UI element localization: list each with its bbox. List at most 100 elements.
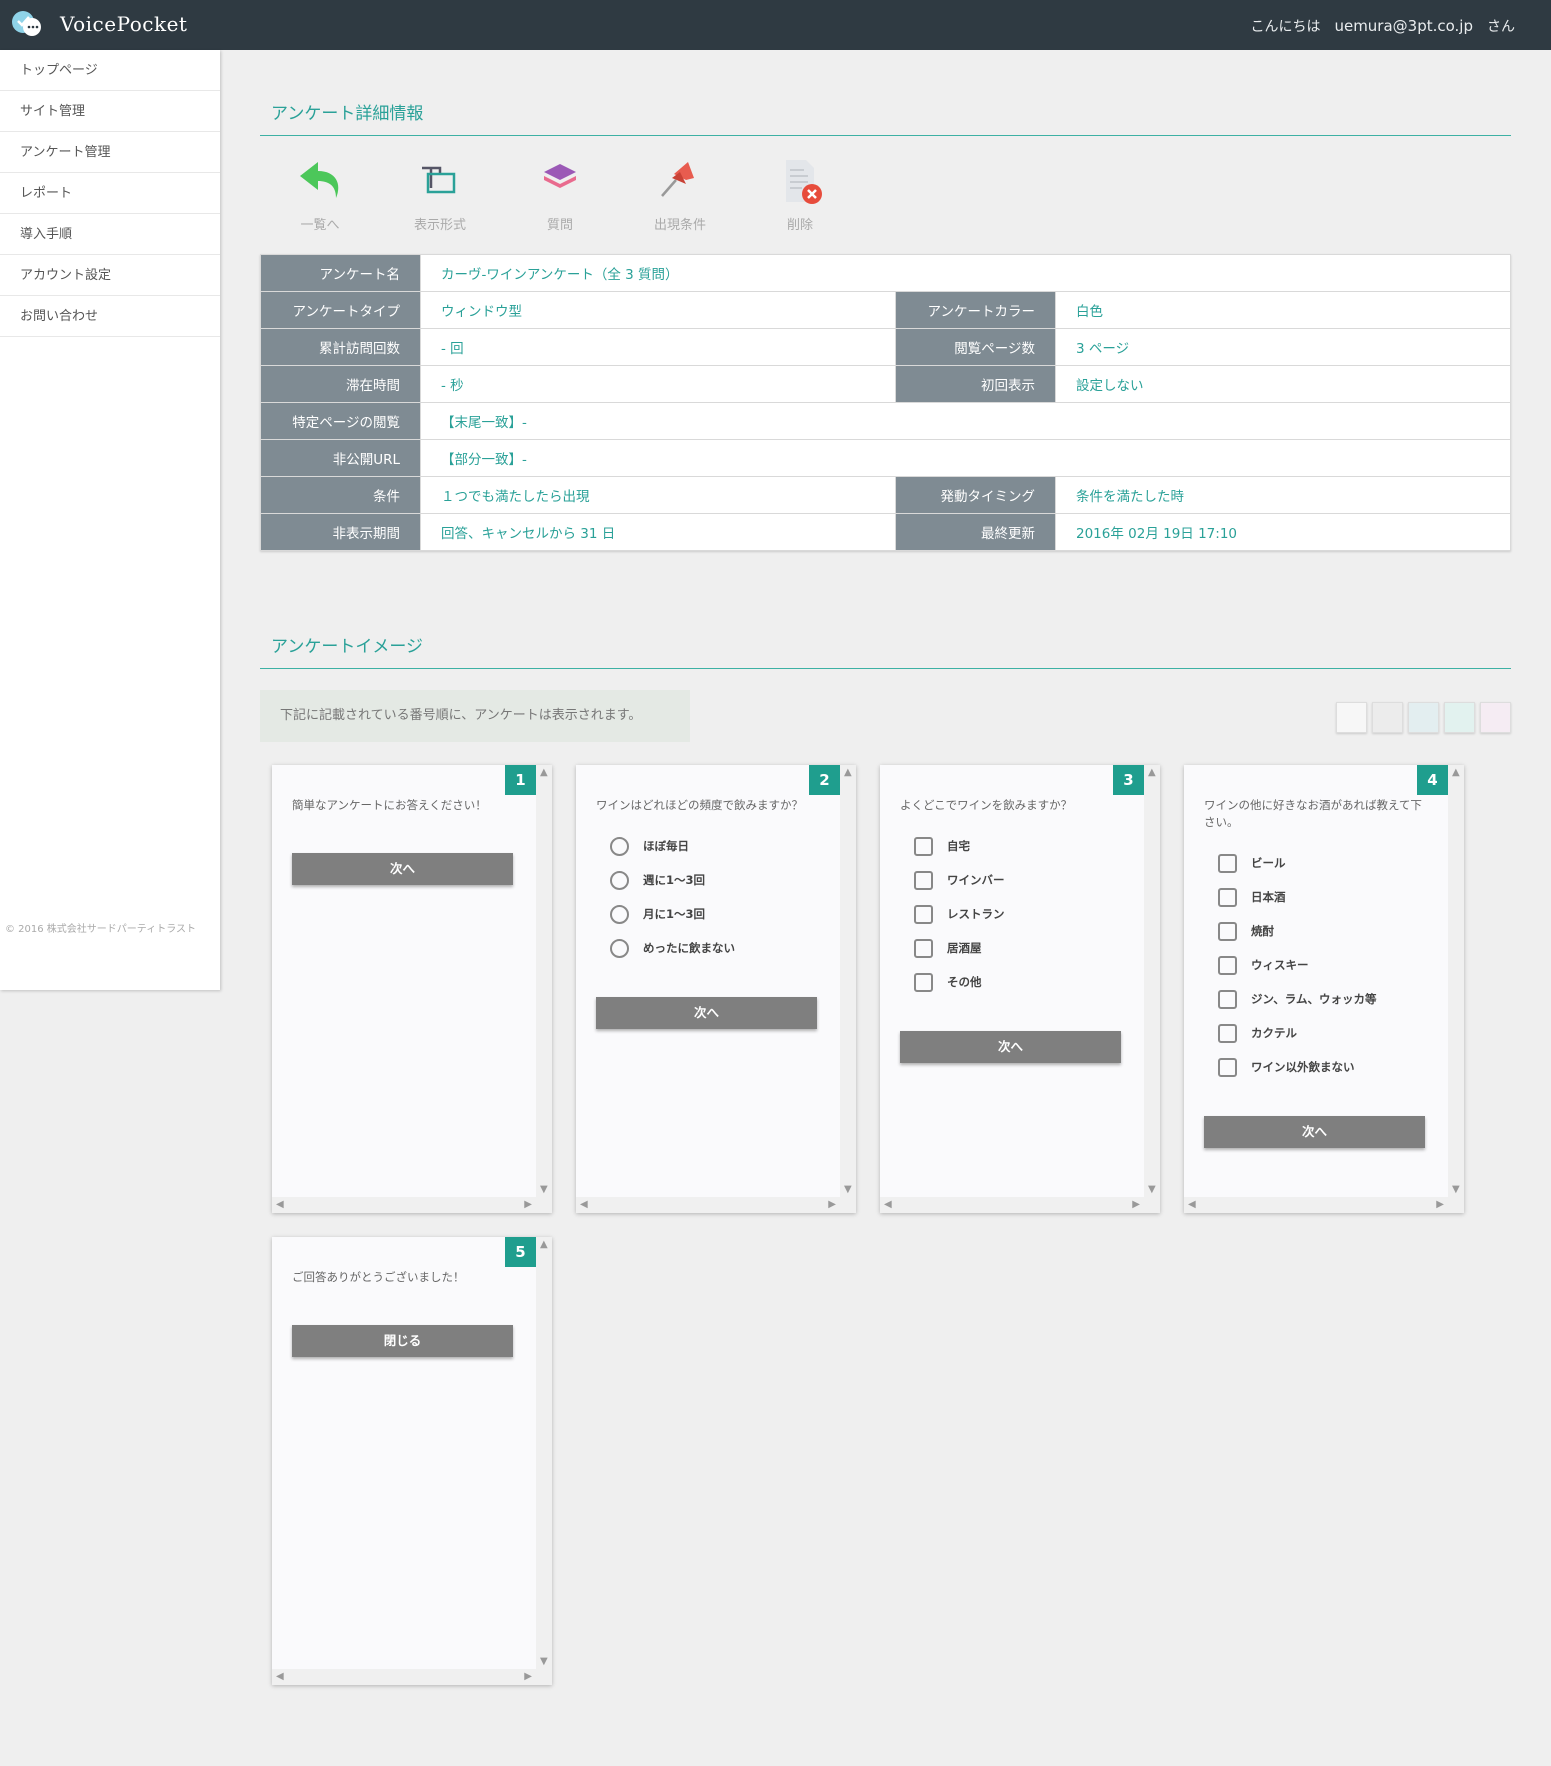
detail-toolbar: 一覧へ 表示形式 質問 出現条件 削除 <box>260 154 1511 238</box>
next-button[interactable]: 次へ <box>596 997 817 1029</box>
radio-button[interactable] <box>610 938 629 958</box>
delete-label: 削除 <box>786 218 813 233</box>
user-email[interactable]: uemura@3pt.co.jp <box>1334 17 1473 35</box>
next-button[interactable]: 次へ <box>900 1031 1121 1063</box>
checkbox-option[interactable]: レストラン <box>914 897 1005 931</box>
survey-name-label: アンケート名 <box>260 254 421 292</box>
initial-display-value: 設定しない <box>1055 365 1511 403</box>
card-question: よくどこでワインを飲みますか？ <box>900 798 1073 812</box>
stay-time-value: - 秒 <box>420 365 896 403</box>
horizontal-scrollbar[interactable]: ◀ ▶ <box>272 1669 552 1685</box>
main-content: アンケート詳細情報 一覧へ 表示形式 質問 出現条件 削除 アンケート名 カーヴ… <box>260 50 1511 742</box>
specific-page-value: 【末尾一致】- <box>420 402 1511 440</box>
vertical-scrollbar[interactable]: ▲ ▼ <box>1448 765 1464 1197</box>
checkbox-option[interactable]: ワイン以外飲まない <box>1218 1050 1376 1084</box>
brand-logo[interactable]: VoicePocket <box>10 9 187 39</box>
swatch-white[interactable] <box>1336 702 1367 733</box>
radio-button[interactable] <box>610 870 629 890</box>
checkbox[interactable] <box>914 870 933 890</box>
checkbox-option[interactable]: その他 <box>914 965 1005 999</box>
radio-button[interactable] <box>610 836 629 856</box>
checkbox[interactable] <box>914 904 933 924</box>
checkbox[interactable] <box>914 836 933 856</box>
survey-preview-card: ▲ ▼ ◀ ▶ 5 ご回答ありがとうございました！ 閉じる <box>272 1237 552 1685</box>
checkbox[interactable] <box>1218 853 1237 873</box>
sidebar-item-contact[interactable]: お問い合わせ <box>0 296 220 337</box>
checkbox[interactable] <box>914 972 933 992</box>
horizontal-scrollbar[interactable]: ◀ ▶ <box>272 1197 552 1213</box>
swatch-pink[interactable] <box>1480 702 1511 733</box>
checkbox-option[interactable]: 自宅 <box>914 829 1005 863</box>
checkbox-option[interactable]: 日本酒 <box>1218 880 1376 914</box>
vertical-scrollbar[interactable]: ▲ ▼ <box>536 1237 552 1669</box>
brand-name: VoicePocket <box>60 12 188 36</box>
horizontal-scrollbar[interactable]: ◀ ▶ <box>576 1197 856 1213</box>
radio-button[interactable] <box>610 904 629 924</box>
questions-button[interactable]: 質問 <box>500 154 620 238</box>
checkbox-option[interactable]: カクテル <box>1218 1016 1376 1050</box>
option-label: ビール <box>1251 856 1286 870</box>
sidebar-item-setup-guide[interactable]: 導入手順 <box>0 214 220 255</box>
checkbox-option[interactable]: ワインバー <box>914 863 1005 897</box>
survey-color-label: アンケートカラー <box>895 291 1056 329</box>
vertical-scrollbar[interactable]: ▲ ▼ <box>1144 765 1160 1197</box>
pin-icon <box>661 162 694 197</box>
horizontal-scrollbar[interactable]: ◀ ▶ <box>880 1197 1160 1213</box>
swatch-blue[interactable] <box>1408 702 1439 733</box>
last-updated-value: 2016年 02月 19日 17:10 <box>1055 513 1511 551</box>
checkbox[interactable] <box>1218 887 1237 907</box>
back-to-list-label: 一覧へ <box>300 218 340 233</box>
trigger-timing-label: 発動タイミング <box>895 476 1056 514</box>
checkbox[interactable] <box>1218 989 1237 1009</box>
text-frame-icon <box>422 166 456 194</box>
checkbox[interactable] <box>1218 1023 1237 1043</box>
sidebar-item-top[interactable]: トップページ <box>0 50 220 91</box>
swatch-gray[interactable] <box>1372 702 1403 733</box>
sidebar-item-report[interactable]: レポート <box>0 173 220 214</box>
initial-display-label: 初回表示 <box>895 365 1056 403</box>
checkbox-option[interactable]: ウィスキー <box>1218 948 1376 982</box>
checkbox[interactable] <box>914 938 933 958</box>
next-button[interactable]: 次へ <box>292 853 513 885</box>
display-format-label: 表示形式 <box>413 218 466 233</box>
card-number-badge: 5 <box>505 1237 536 1267</box>
horizontal-scrollbar[interactable]: ◀ ▶ <box>1184 1197 1464 1213</box>
delete-button[interactable]: 削除 <box>740 154 860 238</box>
option-label: その他 <box>947 975 982 989</box>
layers-icon <box>544 164 576 188</box>
hide-period-label: 非表示期間 <box>260 513 421 551</box>
display-conditions-button[interactable]: 出現条件 <box>620 154 740 238</box>
checkbox-option[interactable]: ジン、ラム、ウォッカ等 <box>1218 982 1376 1016</box>
checkbox-option[interactable]: ビール <box>1218 846 1376 880</box>
total-visits-value: - 回 <box>420 328 896 366</box>
checkbox-option[interactable]: 焼酎 <box>1218 914 1376 948</box>
swatch-green[interactable] <box>1444 702 1475 733</box>
sidebar-item-account-settings[interactable]: アカウント設定 <box>0 255 220 296</box>
option-label: 居酒屋 <box>947 941 982 955</box>
sidebar-item-survey-management[interactable]: アンケート管理 <box>0 132 220 173</box>
display-format-button[interactable]: 表示形式 <box>380 154 500 238</box>
total-visits-label: 累計訪問回数 <box>260 328 421 366</box>
radio-option[interactable]: 月に1～3回 <box>610 897 735 931</box>
back-to-list-button[interactable]: 一覧へ <box>260 154 380 238</box>
checkbox[interactable] <box>1218 921 1237 941</box>
radio-option[interactable]: めったに飲まない <box>610 931 735 965</box>
vertical-scrollbar[interactable]: ▲ ▼ <box>536 765 552 1197</box>
pages-viewed-label: 閲覧ページ数 <box>895 328 1056 366</box>
vertical-scrollbar[interactable]: ▲ ▼ <box>840 765 856 1197</box>
hide-period-value: 回答、キャンセルから 31 日 <box>420 513 896 551</box>
checkbox[interactable] <box>1218 1057 1237 1077</box>
specific-page-label: 特定ページの閲覧 <box>260 402 421 440</box>
next-button[interactable]: 次へ <box>1204 1116 1425 1148</box>
survey-color-value: 白色 <box>1055 291 1511 329</box>
survey-preview-card: ▲ ▼ ◀ ▶ 2 ワインはどれほどの頻度で飲みますか？ ほぼ毎日 週に1～3回 月… <box>576 765 856 1213</box>
checkbox-option[interactable]: 居酒屋 <box>914 931 1005 965</box>
condition-label: 条件 <box>260 476 421 514</box>
radio-option[interactable]: 週に1～3回 <box>610 863 735 897</box>
card-number-badge: 3 <box>1113 765 1144 795</box>
sidebar-item-site-management[interactable]: サイト管理 <box>0 91 220 132</box>
checkbox[interactable] <box>1218 955 1237 975</box>
order-notice: 下記に記載されている番号順に、アンケートは表示されます。 <box>260 690 690 742</box>
close-button[interactable]: 閉じる <box>292 1325 513 1357</box>
radio-option[interactable]: ほぼ毎日 <box>610 829 735 863</box>
